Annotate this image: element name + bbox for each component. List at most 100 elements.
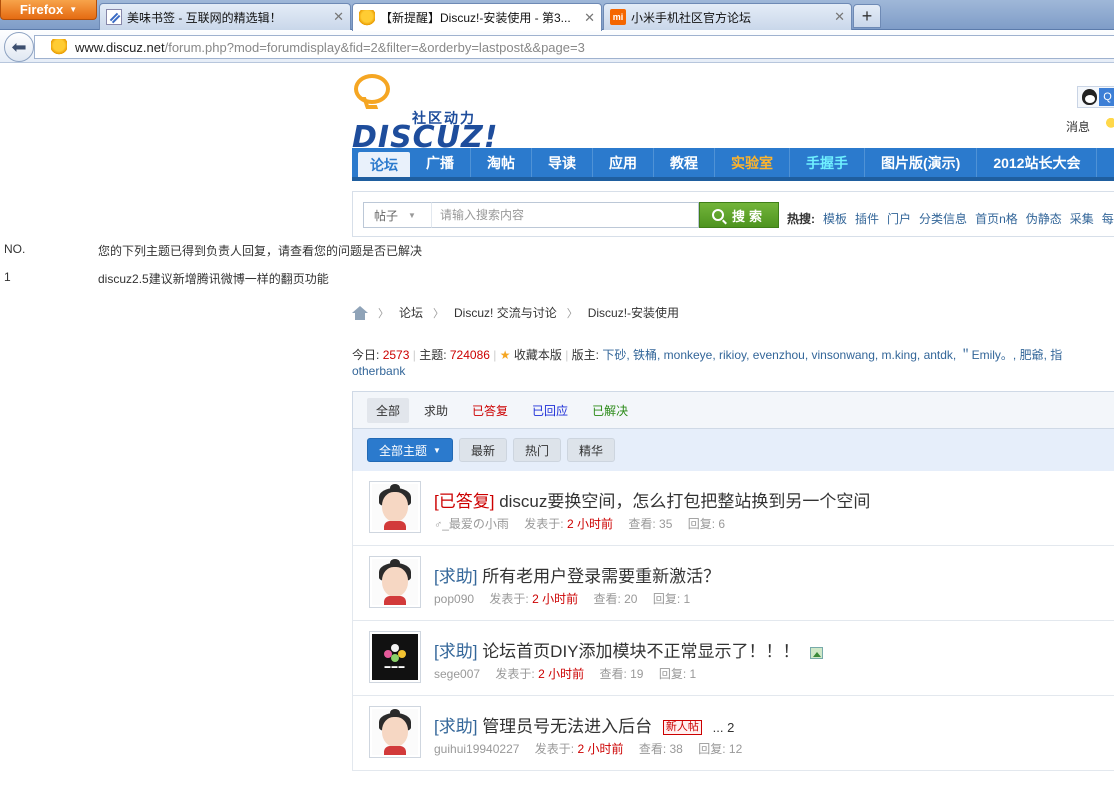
hot-link[interactable]: 模板	[823, 210, 847, 227]
filter-help[interactable]: 求助	[415, 398, 457, 423]
thread-pages[interactable]: ... 2	[713, 720, 735, 735]
nav-forum[interactable]: 论坛	[358, 152, 410, 177]
chevron-right-icon: 〉	[378, 307, 389, 320]
hot-link[interactable]: 采集	[1070, 210, 1094, 227]
all-topics-label: 全部主题	[379, 443, 428, 458]
close-icon[interactable]: ✕	[834, 9, 845, 25]
notice-row-number: 1	[4, 270, 11, 284]
thread-author[interactable]: sege007	[434, 667, 480, 681]
nav-lab[interactable]: 实验室	[715, 148, 790, 177]
new-tab-button[interactable]: +	[853, 4, 881, 28]
thread-author[interactable]: pop090	[434, 592, 474, 606]
speech-bubble-icon	[354, 74, 390, 104]
messages-link[interactable]: 消息	[1066, 118, 1090, 135]
tab-bookmarks[interactable]: 美味书签 - 互联网的精选辑！ ✕	[99, 3, 351, 30]
thread-title[interactable]: 所有老用户登录需要重新激活？	[482, 567, 720, 586]
thread-replies: 6	[718, 517, 726, 531]
nav-picture-demo[interactable]: 图片版(演示)	[865, 148, 978, 177]
moderators-list[interactable]: 下砂, 铁桶, monkeye, rikioy, evenzhou, vinso…	[602, 348, 1062, 362]
replies-label: 回复:	[652, 592, 681, 606]
tab-discuz[interactable]: 【新提醒】Discuz!-安装使用 - 第3... ✕	[352, 3, 602, 31]
avatar[interactable]: ▬▬▬	[369, 631, 421, 683]
favorite-forum-link[interactable]: 收藏本版	[514, 348, 562, 362]
breadcrumb-forum[interactable]: 论坛	[399, 304, 423, 321]
qq-login[interactable]: Q	[1077, 86, 1114, 108]
filter-all[interactable]: 全部	[367, 397, 410, 423]
nav-guide[interactable]: 导读	[532, 148, 593, 177]
thread-type[interactable]: [求助]	[434, 642, 477, 661]
tab-xiaomi[interactable]: mi 小米手机社区官方论坛 ✕	[603, 3, 852, 30]
thread-author[interactable]: _最爱の小雨	[442, 517, 509, 531]
thread-title[interactable]: 论坛首页DIY添加模块不正常显示了！！！	[482, 642, 799, 661]
nav-handshake[interactable]: 手握手	[790, 148, 865, 177]
thread-type[interactable]: [已答复]	[434, 492, 494, 511]
hot-link[interactable]: 首页n格	[975, 210, 1018, 227]
url-text[interactable]: www.discuz.net/forum.php?mod=forumdispla…	[75, 40, 585, 55]
hot-link[interactable]: 分类信息	[919, 210, 967, 227]
hot-link[interactable]: 插件	[855, 210, 879, 227]
avatar[interactable]	[369, 556, 421, 608]
thread-title-line: [求助] 所有老用户登录需要重新激活？	[434, 562, 720, 587]
firefox-label: Firefox	[19, 2, 64, 17]
sort-filter-row: 全部主题 ▼ 最新 热门 精华	[353, 429, 1114, 471]
thread-type[interactable]: [求助]	[434, 717, 477, 736]
thread-meta: ♂_最爱の小雨 发表于: 2 小时前 查看: 35 回复: 6	[434, 515, 725, 532]
avatar[interactable]	[369, 481, 421, 533]
avatar[interactable]	[369, 706, 421, 758]
notice-topic-link[interactable]: discuz2.5建议新增腾讯微博一样的翻页功能	[98, 270, 329, 287]
replies-label: 回复:	[687, 517, 716, 531]
thread-meta: guihui19940227 发表于: 2 小时前 查看: 38 回复: 12	[434, 740, 742, 757]
thread-views: 35	[659, 517, 673, 531]
flower-logo-avatar-icon: ▬▬▬	[372, 634, 418, 680]
firefox-menu-button[interactable]: Firefox ▼	[0, 0, 97, 20]
breadcrumb-install[interactable]: Discuz!-安装使用	[588, 304, 679, 321]
url-bar[interactable]: www.discuz.net/forum.php?mod=forumdispla…	[34, 35, 1114, 59]
thread-row: [求助] 管理员号无法进入后台 新人帖 ... 2 guihui19940227…	[352, 696, 1114, 771]
close-icon[interactable]: ✕	[584, 10, 595, 26]
back-button[interactable]: ⬅	[4, 32, 34, 62]
search-button[interactable]: 搜索	[699, 202, 779, 228]
filter-solved[interactable]: 已解决	[583, 398, 637, 423]
nav-broadcast[interactable]: 广播	[410, 148, 471, 177]
url-path: /forum.php?mod=forumdisplay&fid=2&filter…	[164, 39, 585, 55]
nav-apps[interactable]: 应用	[593, 148, 654, 177]
posted-label: 发表于:	[489, 592, 529, 606]
thread-title[interactable]: 管理员号无法进入后台	[482, 717, 652, 736]
thread-replies: 1	[689, 667, 697, 681]
sort-hot-button[interactable]: 热门	[512, 438, 561, 462]
sort-digest-button[interactable]: 精华	[566, 438, 615, 462]
home-icon[interactable]	[352, 305, 368, 320]
nav-webmaster-2012[interactable]: 2012站长大会	[977, 148, 1098, 177]
breadcrumb-discussion[interactable]: Discuz! 交流与讨论	[454, 304, 557, 321]
sort-latest-button[interactable]: 最新	[458, 438, 507, 462]
thread-title[interactable]: discuz要换空间，怎么打包把整站换到另一个空间	[499, 492, 870, 511]
hot-link[interactable]: 门户	[887, 210, 911, 227]
hot-link[interactable]: 每	[1102, 210, 1114, 227]
chevron-down-icon: ▼	[433, 445, 441, 455]
status-filter-row: 全部 求助 已答复 已回应 已解决	[353, 392, 1114, 429]
girl-avatar-icon	[372, 484, 418, 530]
moderators-list-cont[interactable]: otherbank	[352, 364, 405, 378]
thread-views: 38	[669, 742, 683, 756]
thread-row: ▬▬▬ [求助] 论坛首页DIY添加模块不正常显示了！！！ sege007 发表…	[352, 621, 1114, 696]
thread-type[interactable]: [求助]	[434, 567, 477, 586]
browser-tab-bar: Firefox ▼ 美味书签 - 互联网的精选辑！ ✕ 【新提醒】Discuz!…	[0, 0, 1114, 31]
nav-taotie[interactable]: 淘帖	[471, 148, 532, 177]
filter-responded[interactable]: 已回应	[523, 398, 577, 423]
hot-link[interactable]: 伪静态	[1026, 210, 1062, 227]
bulb-icon[interactable]	[1106, 118, 1114, 130]
discuz-logo[interactable]: 社区动力 DISCUZ!	[352, 74, 497, 155]
thread-author[interactable]: guihui19940227	[434, 742, 519, 756]
chevron-right-icon: 〉	[566, 307, 578, 320]
topics-label: 主题:	[419, 348, 447, 362]
views-label: 查看:	[593, 592, 621, 606]
filter-answered[interactable]: 已答复	[463, 398, 517, 423]
all-topics-dropdown[interactable]: 全部主题 ▼	[367, 438, 453, 462]
close-icon[interactable]: ✕	[333, 9, 344, 25]
search-type-select[interactable]: 帖子 ▼	[363, 202, 431, 228]
image-attachment-icon	[810, 646, 824, 659]
posted-label: 发表于:	[495, 667, 535, 681]
breadcrumb: 〉 论坛 〉 Discuz! 交流与讨论 〉 Discuz!-安装使用	[352, 304, 679, 321]
nav-tutorials[interactable]: 教程	[654, 148, 715, 177]
search-input[interactable]	[431, 202, 699, 228]
